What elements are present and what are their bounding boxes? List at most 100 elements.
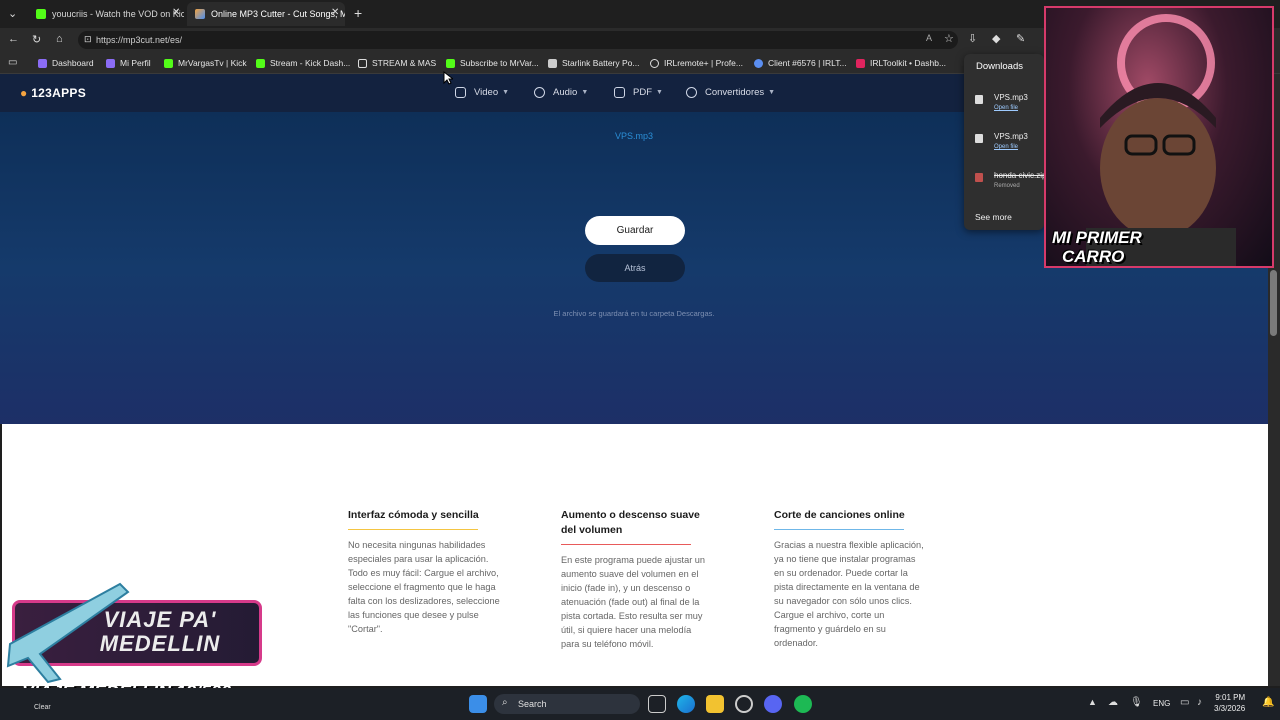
cloud-icon[interactable]: ☁: [1108, 697, 1118, 708]
globe-icon: [650, 58, 659, 68]
nav-audio[interactable]: Audio ▼: [534, 87, 588, 98]
obs-icon[interactable]: [735, 695, 753, 713]
video-icon: [455, 87, 466, 98]
notification-bell-icon[interactable]: 🔔: [1262, 697, 1274, 708]
pen-icon[interactable]: ✎: [1016, 32, 1025, 45]
back-arrow-icon[interactable]: ←: [8, 33, 19, 45]
new-tab-icon[interactable]: +: [354, 5, 362, 21]
file-explorer-icon[interactable]: [706, 695, 724, 713]
site-info-icon[interactable]: ⊡: [84, 34, 92, 45]
caption-line: MI PRIMER: [1052, 228, 1142, 247]
nav-label: Video: [474, 87, 499, 98]
logo-dots-icon: ●: [20, 86, 28, 100]
reload-icon[interactable]: ↻: [32, 33, 41, 46]
file-icon: [975, 134, 983, 143]
document-icon: [614, 87, 625, 98]
removed-status: Removed: [994, 183, 1020, 189]
taskbar-search[interactable]: Search: [494, 694, 640, 714]
nav-pdf[interactable]: PDF ▼: [614, 87, 663, 98]
microphone-icon[interactable]: 🎙: [1130, 697, 1143, 708]
tray-chevron-icon[interactable]: ▲: [1088, 697, 1097, 707]
back-button[interactable]: Atrás: [585, 254, 685, 282]
volume-icon[interactable]: ♪: [1197, 697, 1202, 708]
download-name: VPS.mp3: [994, 93, 1028, 102]
download-name: honda civic.zip: [994, 171, 1047, 180]
network-icon[interactable]: ▭: [1180, 697, 1189, 708]
save-hint-text: El archivo se guardará en tu carpeta Des…: [553, 309, 715, 318]
extension-diamond-icon[interactable]: ◆: [992, 32, 1000, 45]
bookmark-item[interactable]: Starlink Battery Po...: [548, 58, 639, 68]
save-button[interactable]: Guardar: [585, 216, 685, 245]
chevron-down-icon: ▼: [581, 89, 589, 96]
chevron-down-icon: ▼: [502, 89, 510, 96]
open-file-link[interactable]: Open file: [994, 144, 1018, 150]
close-tab-icon[interactable]: ✕: [331, 7, 339, 18]
bookmark-item[interactable]: IRLremote+ | Profe...: [650, 58, 743, 68]
bookmark-item[interactable]: Stream - Kick Dash...: [256, 58, 350, 68]
bookmark-item[interactable]: IRLToolkit • Dashb...: [856, 58, 946, 68]
feature-card: Corte de canciones online Gracias a nues…: [774, 508, 926, 650]
bookmark-label: Stream - Kick Dash...: [270, 58, 351, 68]
bookmark-label: STREAM & MAS: [372, 58, 437, 68]
bookmark-label: IRLremote+ | Profe...: [664, 58, 743, 68]
tab-mp3cut[interactable]: Online MP3 Cutter - Cut Songs, M: [187, 2, 345, 26]
kick-icon: [256, 58, 265, 68]
irltoolkit-icon: [856, 58, 865, 68]
logo-text: 123APPS: [31, 86, 87, 100]
site-logo[interactable]: ● 123APPS: [20, 86, 86, 100]
tab-list-chevron-icon[interactable]: ⌄: [8, 7, 17, 20]
bookmark-label: IRLToolkit • Dashb...: [870, 58, 947, 68]
feature-title: Interfaz cómoda y sencilla: [348, 509, 479, 521]
close-tab-icon[interactable]: ✕: [172, 7, 180, 18]
bookmark-label: Client #6576 | IRLT...: [768, 58, 847, 68]
language-indicator[interactable]: ENG: [1153, 699, 1170, 708]
address-bar[interactable]: https://mp3cut.net/es/: [78, 31, 958, 49]
badge-line: VIAJE PA': [103, 607, 217, 632]
bookmark-label: Dashboard: [52, 58, 94, 68]
clock-date: 3/3/2026: [1214, 704, 1246, 713]
favorite-star-icon[interactable]: ☆: [944, 32, 954, 45]
spotify-icon[interactable]: [794, 695, 812, 713]
bookmark-item[interactable]: MrVargasTv | Kick: [164, 58, 247, 68]
edge-icon[interactable]: [677, 695, 695, 713]
bookmark-item[interactable]: Client #6576 | IRLT...: [754, 58, 847, 68]
nav-label: Convertidores: [705, 87, 765, 98]
feature-title: Corte de canciones online: [774, 509, 905, 521]
tab-kick-vod[interactable]: youucriis - Watch the VOD on Kick: [28, 2, 184, 26]
nav-convertidores[interactable]: Convertidores ▼: [686, 87, 775, 98]
nav-video[interactable]: Video ▼: [455, 87, 509, 98]
tab-title: Online MP3 Cutter - Cut Songs, M: [211, 9, 345, 19]
tab-title: youucriis - Watch the VOD on Kick: [52, 9, 184, 19]
weather-label[interactable]: Clear: [34, 704, 51, 711]
read-aloud-icon[interactable]: A: [926, 33, 932, 43]
taskbar-clock[interactable]: 9:01 PM 3/3/2026: [1214, 692, 1245, 714]
open-file-link[interactable]: Open file: [994, 105, 1018, 111]
discord-icon[interactable]: [764, 695, 782, 713]
bookmark-item[interactable]: Dashboard: [38, 58, 94, 68]
bookmark-icon: [38, 58, 47, 68]
webcam-caption: MI PRIMER CARRO: [1052, 228, 1142, 266]
feature-underline: [774, 529, 904, 530]
see-more-link[interactable]: See more: [975, 212, 1012, 222]
kick-icon: [36, 9, 46, 19]
home-icon[interactable]: ⌂: [56, 33, 63, 45]
bookmark-folder[interactable]: STREAM & MAS: [358, 58, 436, 68]
nav-label: Audio: [553, 87, 578, 98]
bookmark-label: Subscribe to MrVar...: [460, 58, 539, 68]
bookmarks-menu-icon[interactable]: ▭: [8, 57, 17, 68]
bookmark-icon: [106, 58, 115, 68]
feature-card: Interfaz cómoda y sencilla No necesita n…: [348, 508, 508, 636]
start-icon[interactable]: [469, 695, 487, 713]
bookmark-item[interactable]: Mi Perfil: [106, 58, 151, 68]
folder-icon: [358, 58, 367, 68]
feature-body: No necesita ningunas habilidades especia…: [348, 540, 500, 634]
feature-body: En este programa puede ajustar un aument…: [561, 555, 706, 649]
mp3cut-favicon-icon: [195, 9, 205, 19]
feature-body: Gracias a nuestra flexible aplicación, y…: [774, 540, 924, 648]
client-icon: [754, 58, 763, 68]
feature-underline: [561, 544, 691, 545]
scrollbar-thumb[interactable]: [1270, 270, 1277, 336]
task-view-icon[interactable]: [648, 695, 666, 713]
extensions-icon[interactable]: ⇩: [968, 32, 977, 45]
bookmark-item[interactable]: Subscribe to MrVar...: [446, 58, 539, 68]
